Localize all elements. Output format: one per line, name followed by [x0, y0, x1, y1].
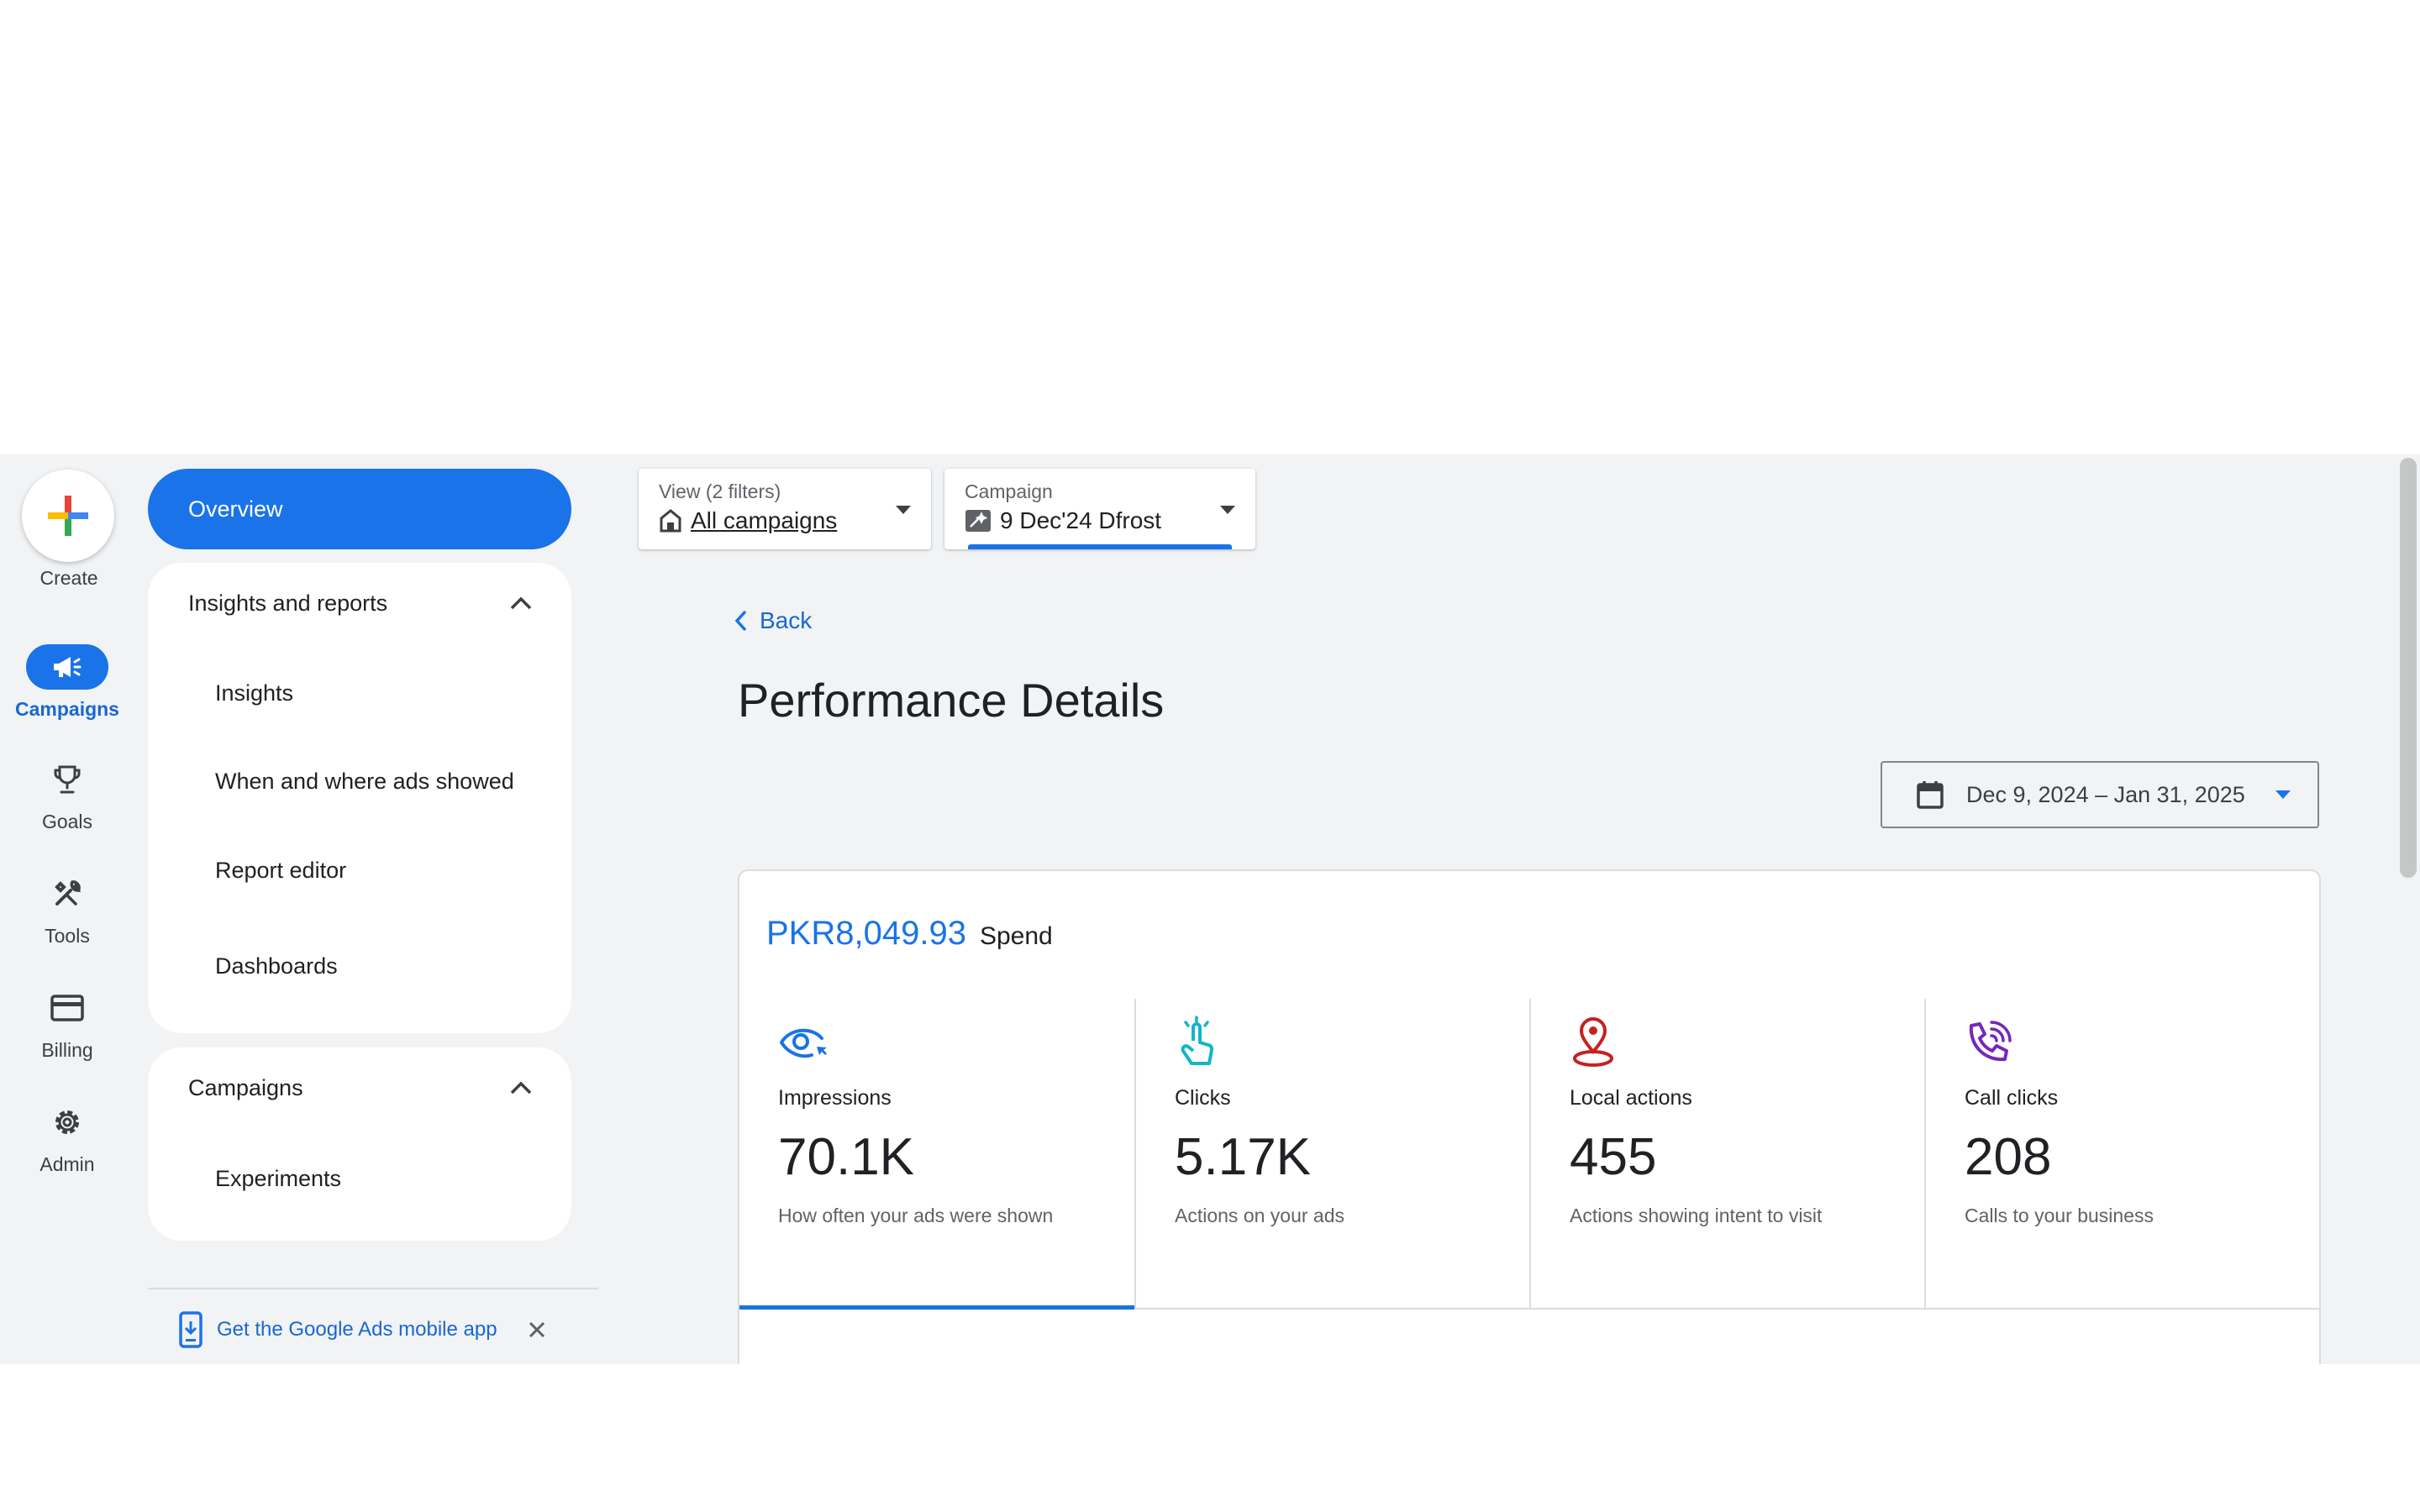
chevron-up-icon — [510, 1081, 532, 1095]
metric-value: 70.1K — [778, 1128, 915, 1186]
campaigns-card: Campaigns Experiments — [148, 1047, 571, 1241]
caret-down-icon — [1220, 506, 1235, 514]
nav-item-when-where[interactable]: When and where ads showed — [148, 743, 571, 820]
rail-item-billing[interactable]: Billing — [0, 985, 134, 1062]
rail-item-tools[interactable]: Tools — [0, 871, 134, 948]
insights-reports-card: Insights and reports Insights When and w… — [148, 563, 571, 1033]
date-range-text: Dec 9, 2024 – Jan 31, 2025 — [1966, 781, 2245, 807]
spend-summary: PKR8,049.93 Spend — [766, 915, 1053, 953]
store-icon — [660, 509, 681, 533]
nav-item-experiments[interactable]: Experiments — [148, 1128, 571, 1229]
plus-icon — [48, 496, 88, 536]
eye-icon — [780, 1028, 827, 1058]
spend-label: Spend — [979, 922, 1053, 950]
nav-item-report-editor[interactable]: Report editor — [148, 820, 571, 921]
chevron-left-icon — [734, 610, 747, 632]
campaign-filter[interactable]: Campaign 9 Dec'24 Dfrost — [944, 469, 1255, 549]
megaphone-icon — [26, 644, 108, 690]
left-rail: Create Campaigns Goals Tools Billing Adm… — [0, 454, 134, 1364]
caret-down-icon — [896, 506, 911, 514]
back-button[interactable]: Back — [734, 607, 812, 634]
page-scrollbar[interactable] — [2400, 458, 2417, 878]
credit-card-icon — [26, 985, 108, 1031]
chevron-up-icon — [510, 596, 532, 610]
nav-item-dashboards[interactable]: Dashboards — [148, 921, 571, 1011]
view-filter[interactable]: View (2 filters) All campaigns — [639, 469, 931, 549]
nav-item-insights[interactable]: Insights — [148, 643, 571, 743]
metric-value: 5.17K — [1175, 1128, 1312, 1186]
nav-panel: Overview Insights and reports Insights W… — [148, 454, 602, 1364]
metric-call-clicks[interactable]: Call clicks 208 Calls to your business — [1924, 999, 2319, 1308]
campaign-type-icon — [965, 510, 991, 532]
create-button[interactable] — [22, 470, 114, 562]
tools-icon — [26, 871, 108, 916]
metric-value: 208 — [1965, 1128, 2052, 1186]
metrics-row: Impressions 70.1K How often your ads wer… — [739, 999, 2319, 1310]
campaign-filter-active-indicator — [968, 544, 1232, 549]
rail-item-admin[interactable]: Admin — [0, 1100, 134, 1176]
view-filter-value: All campaigns — [691, 507, 838, 533]
page-title: Performance Details — [738, 674, 1165, 727]
rail-item-campaigns[interactable]: Campaigns — [0, 644, 134, 721]
phone-download-icon — [179, 1311, 203, 1348]
tap-icon — [1181, 1016, 1214, 1065]
create-label: Create — [39, 567, 98, 589]
caret-down-icon — [2275, 790, 2291, 799]
metric-clicks[interactable]: Clicks 5.17K Actions on your ads — [1134, 999, 1529, 1308]
mobile-app-link[interactable]: Get the Google Ads mobile app — [217, 1318, 497, 1341]
spend-amount: PKR8,049.93 — [766, 915, 966, 952]
metric-local-actions[interactable]: Local actions 455 Actions showing intent… — [1529, 999, 1924, 1308]
campaigns-header[interactable]: Campaigns — [148, 1047, 571, 1128]
nav-overview[interactable]: Overview — [148, 469, 571, 549]
gear-icon — [26, 1100, 108, 1145]
insights-reports-header[interactable]: Insights and reports — [148, 563, 571, 643]
metric-value: 455 — [1570, 1128, 1657, 1186]
trophy-icon — [26, 757, 108, 802]
date-range-picker[interactable]: Dec 9, 2024 – Jan 31, 2025 — [1881, 761, 2319, 828]
rail-item-goals[interactable]: Goals — [0, 757, 134, 833]
nav-divider — [148, 1288, 598, 1289]
mobile-app-promo: Get the Google Ads mobile app — [178, 1311, 546, 1348]
google-ads-app: Create Campaigns Goals Tools Billing Adm… — [0, 454, 2420, 1364]
metric-impressions[interactable]: Impressions 70.1K How often your ads wer… — [739, 999, 1134, 1310]
calendar-icon — [1917, 781, 1944, 809]
close-icon[interactable] — [528, 1320, 546, 1339]
phone-call-icon — [1969, 1021, 2012, 1062]
campaign-filter-value: 9 Dec'24 Dfrost — [1000, 507, 1162, 533]
location-pin-icon — [1573, 1017, 1613, 1067]
performance-card: PKR8,049.93 Spend Impressions 70.1K How … — [738, 869, 2321, 1364]
